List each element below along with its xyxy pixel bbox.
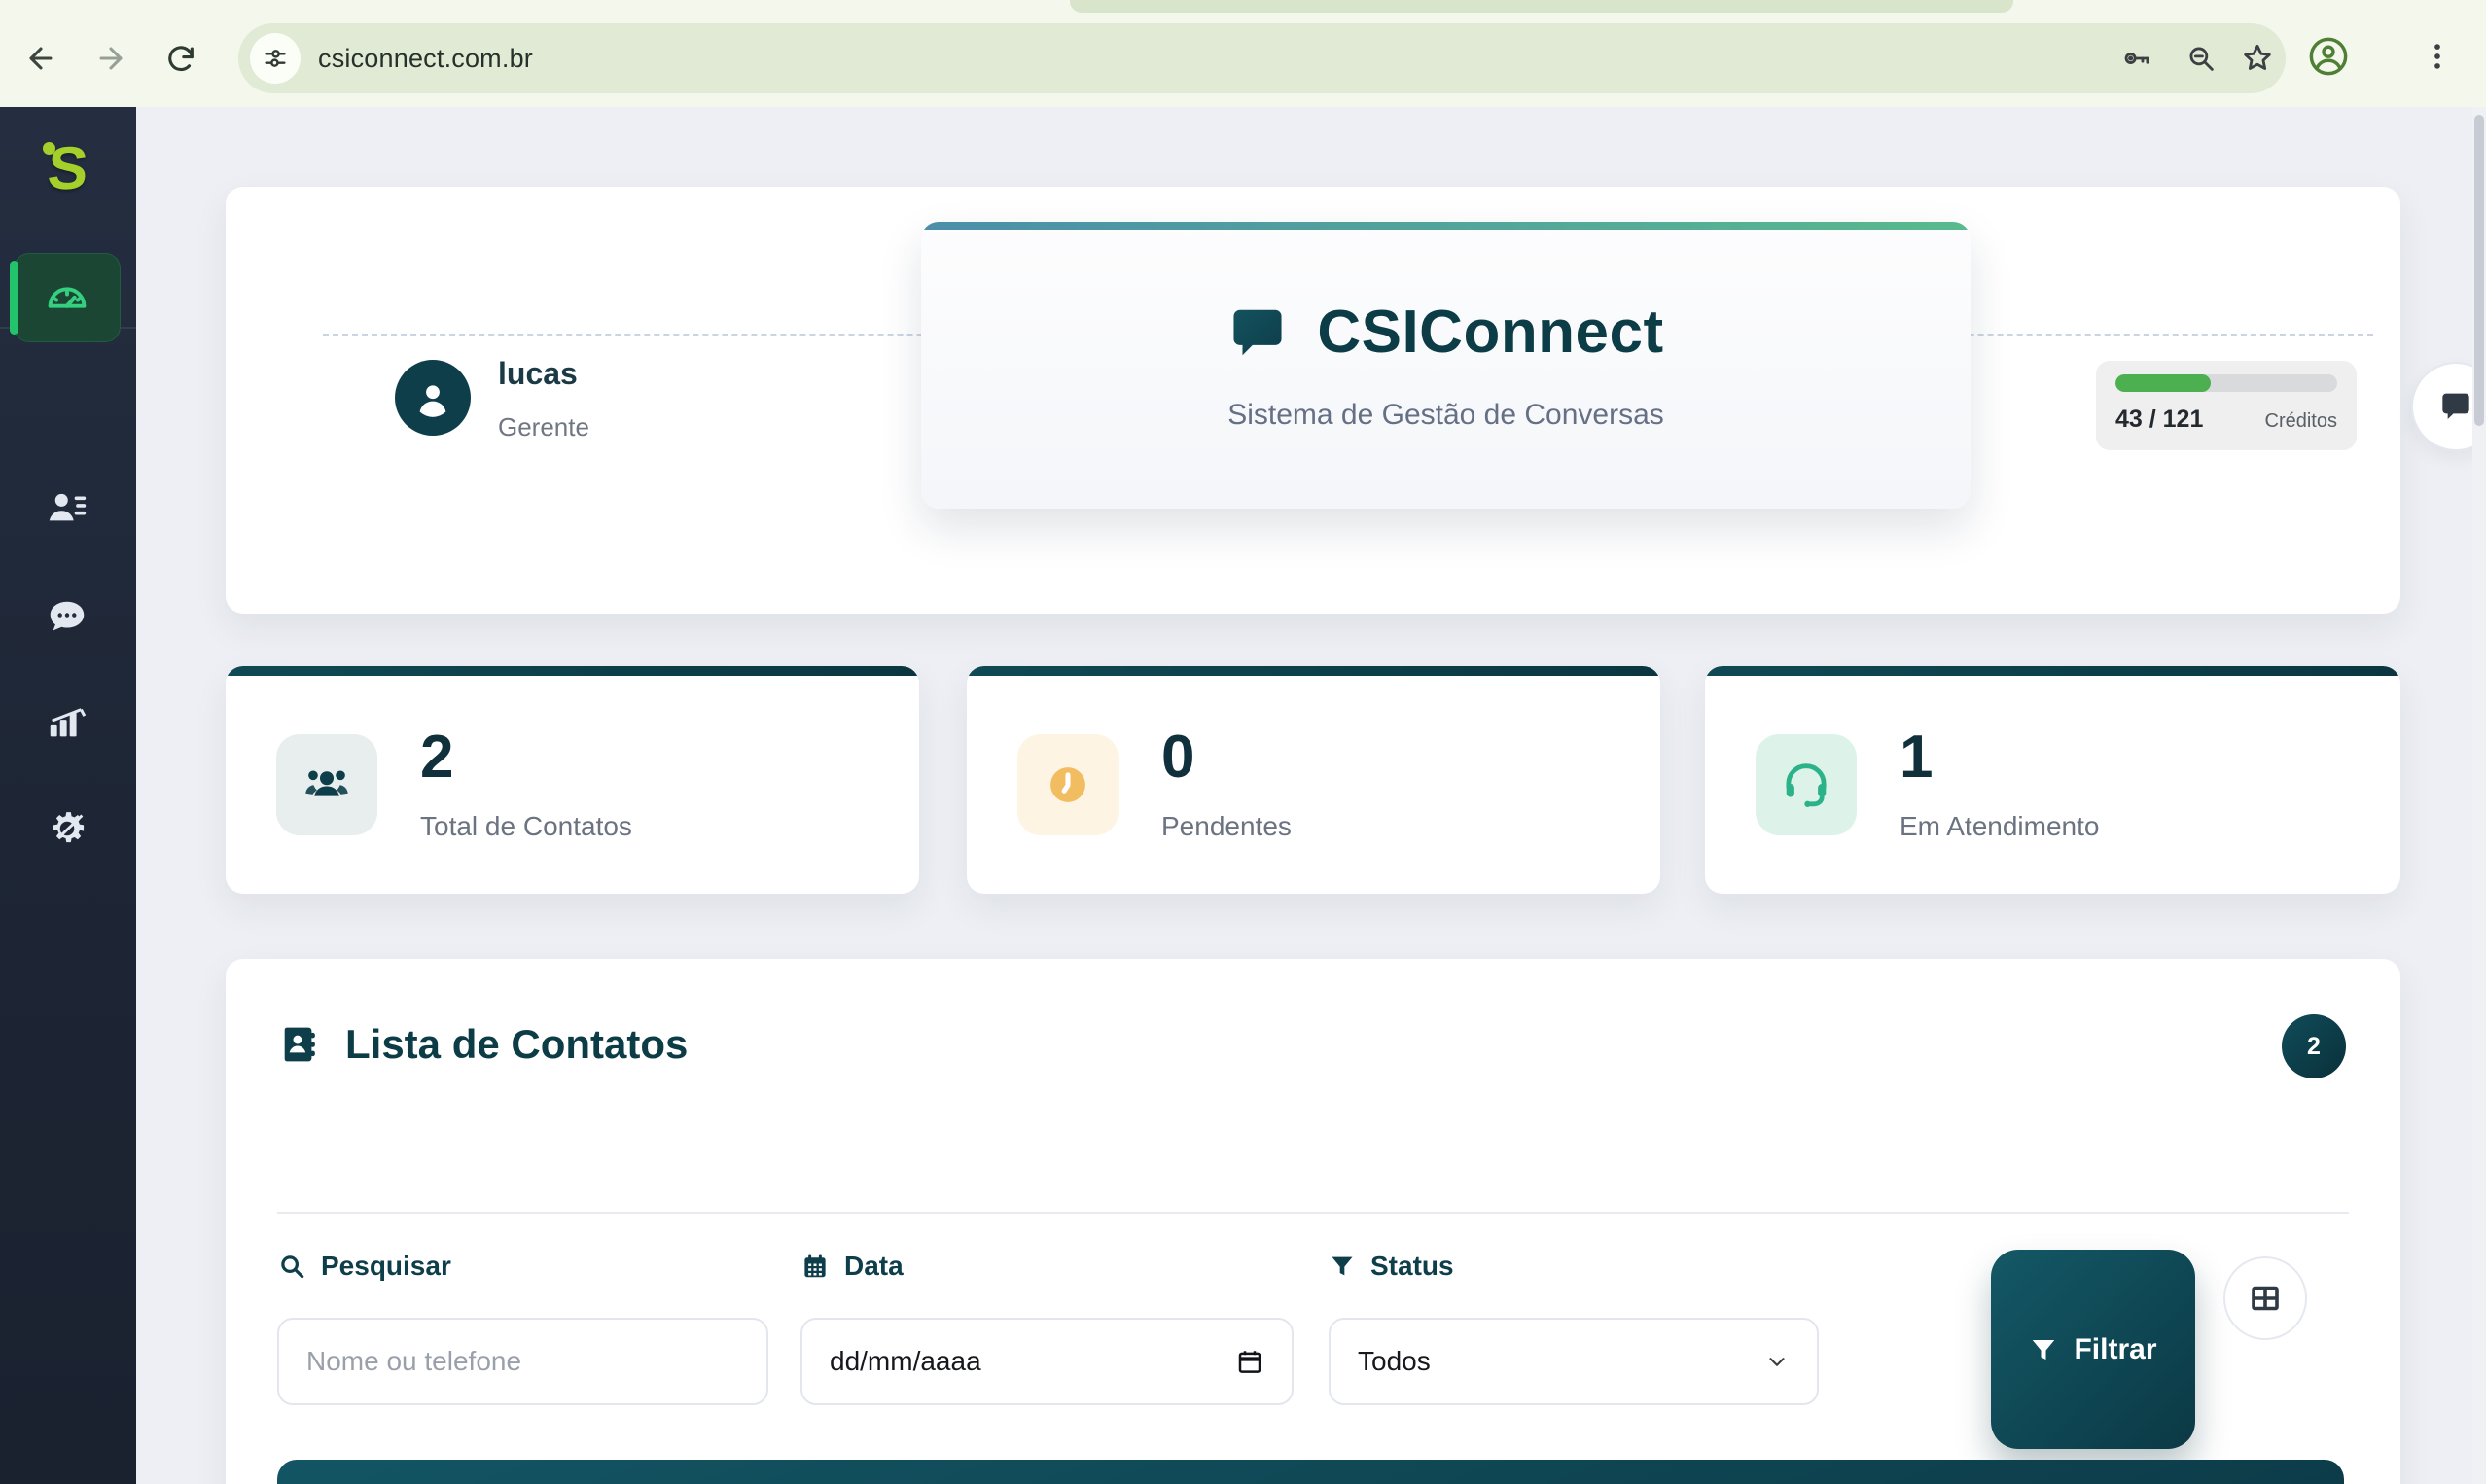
menu-dots-icon[interactable] [2410,29,2465,84]
bookmark-star-icon[interactable] [2234,35,2281,82]
stat-value-pending: 0 [1161,727,1292,788]
status-value: Todos [1358,1346,1431,1377]
brand-card: CSIConnect Sistema de Gestão de Conversa… [921,222,1971,509]
stat-label-pending: Pendentes [1161,811,1292,842]
screen: csiconnect.com.br S [0,0,2486,1484]
stat-label-in-service: Em Atendimento [1900,811,2099,842]
address-book-icon [277,1023,320,1066]
search-field[interactable] [277,1318,768,1405]
search-input[interactable] [306,1346,739,1377]
site-settings-icon[interactable] [250,33,301,84]
address-bar[interactable]: csiconnect.com.br [238,23,2286,93]
profile-icon[interactable] [2301,29,2356,84]
filter-funnel-icon [1329,1253,1356,1280]
sidebar-item-conversations[interactable] [14,573,121,662]
title-divider [277,1212,2349,1214]
password-key-icon[interactable] [2113,35,2160,82]
stat-card-in-service: 1 Em Atendimento [1705,666,2400,894]
forward-icon[interactable] [86,33,136,84]
credits-progress-fill [2115,374,2211,392]
app-subtitle: Sistema de Gestão de Conversas [921,399,1971,432]
stat-label-total: Total de Contatos [420,811,632,842]
contacts-count-badge: 2 [2282,1014,2346,1078]
stat-card-pending: 0 Pendentes [967,666,1660,894]
credits-widget: 43 / 121 Créditos [2096,361,2357,450]
gear-icon [45,806,89,851]
sidebar: S [0,107,136,1484]
date-value: dd/mm/aaaa [830,1346,981,1377]
app-chat-icon [1227,302,1288,363]
main-content: lucas Gerente CSIConnect Sistema de Gest… [136,107,2472,1484]
tab-strip [1070,0,2013,13]
stat-value-total: 2 [420,727,632,788]
sidebar-item-contacts[interactable] [14,463,121,552]
sidebar-item-dashboard[interactable] [14,253,121,342]
user-list-icon [45,485,89,530]
credits-progress-track [2115,374,2337,392]
search-label: Pesquisar [277,1251,451,1282]
stat-value-in-service: 1 [1900,727,2099,788]
user-name: lucas [498,356,578,392]
sidebar-item-reports[interactable] [14,679,121,768]
reload-icon[interactable] [156,33,206,84]
user-role: Gerente [498,412,589,442]
scrollbar-thumb[interactable] [2474,115,2484,426]
stat-card-total: 2 Total de Contatos [226,666,919,894]
contacts-table-header: C... Nome Telefone Atendente Mensagem Da… [277,1460,2344,1484]
app-title: CSIConnect [1317,298,1663,367]
chevron-down-icon [1764,1349,1790,1374]
page-scrollbar[interactable] [2472,107,2486,1484]
back-icon[interactable] [16,33,66,84]
date-field[interactable]: dd/mm/aaaa [800,1318,1294,1405]
date-picker-icon[interactable] [1235,1347,1264,1376]
active-indicator [10,261,18,335]
contacts-card: Lista de Contatos 2 Pesquisar Data [226,959,2400,1484]
chat-bubble-icon [45,595,89,640]
bar-chart-icon [45,701,89,746]
header-card: lucas Gerente CSIConnect Sistema de Gest… [226,187,2400,614]
headset-icon [1756,734,1857,835]
filter-button[interactable]: Filtrar [1991,1250,2195,1449]
gauge-icon [42,272,92,323]
app-logo: S [0,128,136,210]
brand-accent-bar [921,222,1971,230]
url-text[interactable]: csiconnect.com.br [318,23,533,93]
users-icon [276,734,377,835]
search-icon [277,1252,306,1281]
status-select[interactable]: Todos [1329,1318,1819,1405]
contacts-title: Lista de Contatos [345,1021,688,1068]
table-view-toggle[interactable] [2223,1256,2307,1340]
zoom-out-icon[interactable] [2178,35,2224,82]
credits-count: 43 / 121 [2115,406,2203,434]
date-label: Data [800,1251,904,1282]
calendar-icon [800,1252,830,1281]
status-label: Status [1329,1251,1454,1282]
funnel-icon [2029,1335,2058,1364]
sidebar-item-settings[interactable] [14,784,121,873]
clock-icon [1017,734,1119,835]
browser-toolbar: csiconnect.com.br [0,0,2486,107]
avatar [395,360,471,436]
credits-label: Créditos [2265,410,2337,433]
